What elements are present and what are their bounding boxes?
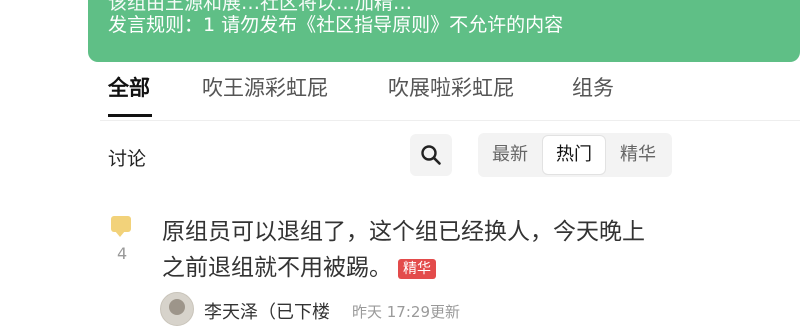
tabs-divider <box>100 120 800 121</box>
notice-rules-line: 发言规则：1 请勿发布《社区指导原则》不允许的内容 <box>108 14 564 36</box>
search-button[interactable] <box>410 134 452 176</box>
author-avatar[interactable] <box>160 292 194 326</box>
tab-praise-wangyuan[interactable]: 吹王源彩虹屁 <box>202 72 328 102</box>
author-name[interactable]: 李天泽（已下楼 <box>204 298 330 324</box>
sort-latest[interactable]: 最新 <box>478 133 542 177</box>
sort-hot[interactable]: 热门 <box>542 135 606 175</box>
comment-count: 4 <box>117 244 128 263</box>
search-icon <box>421 145 441 165</box>
comment-icon <box>111 216 131 237</box>
tab-group-affairs[interactable]: 组务 <box>572 72 614 102</box>
post-title[interactable]: 原组员可以退组了，这个组已经换人，今天晚上之前退组就不用被踢。 精华 <box>162 214 662 286</box>
featured-badge: 精华 <box>398 258 436 279</box>
tab-praise-zhanla[interactable]: 吹展啦彩虹屁 <box>388 72 514 102</box>
tab-all[interactable]: 全部 <box>108 72 150 102</box>
post-updated-time: 昨天 17:29更新 <box>352 303 460 321</box>
group-notice-banner: 该组由王源和展…社区将以…加精… 发言规则：1 请勿发布《社区指导原则》不允许的… <box>88 0 800 62</box>
discussion-title: 讨论 <box>108 148 147 170</box>
active-tab-indicator <box>108 114 152 117</box>
sort-toggle: 最新 热门 精华 <box>478 133 672 177</box>
sort-featured[interactable]: 精华 <box>606 133 670 177</box>
